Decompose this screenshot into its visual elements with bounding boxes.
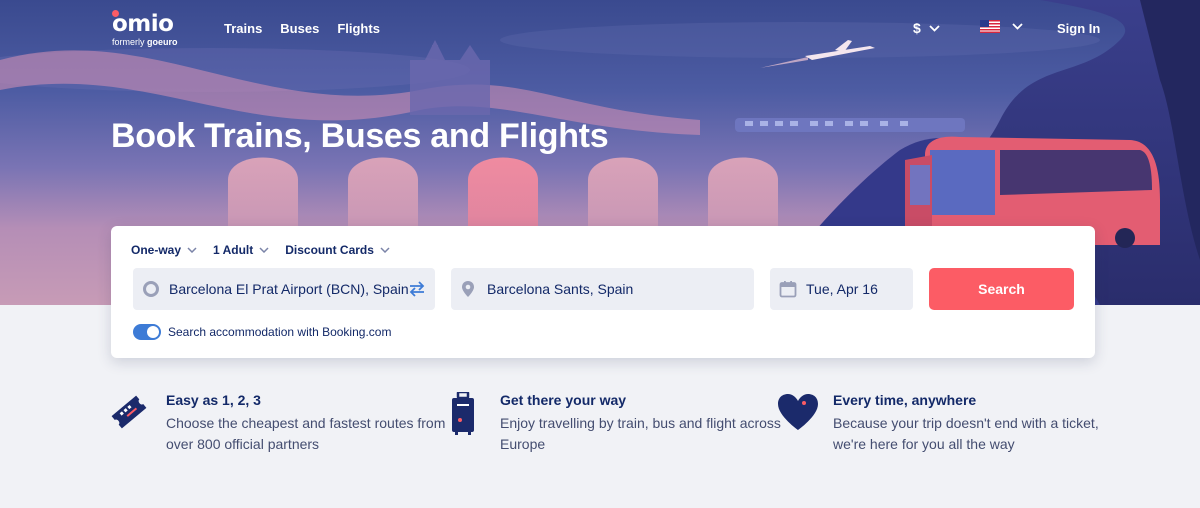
feature-title: Get there your way — [500, 392, 627, 408]
accommodation-option: Search accommodation with Booking.com — [133, 324, 391, 340]
discount-cards-label: Discount Cards — [285, 243, 374, 257]
us-flag-icon — [980, 20, 1000, 33]
currency-selector[interactable]: $ — [913, 20, 940, 36]
chevron-down-icon — [929, 24, 940, 32]
ticket-icon — [111, 395, 147, 429]
language-selector[interactable] — [980, 20, 1023, 33]
search-card: One-way 1 Adult Discount Cards Barcelona… — [111, 226, 1095, 358]
logo-tagline: formerly goeuro — [112, 37, 178, 48]
discount-cards-dropdown[interactable]: Discount Cards — [285, 243, 390, 257]
feature-description: Because your trip doesn't end with a tic… — [833, 415, 1099, 452]
origin-field[interactable]: Barcelona El Prat Airport (BCN), Spain — [133, 268, 435, 310]
destination-field[interactable]: Barcelona Sants, Spain — [451, 268, 754, 310]
trip-type-label: One-way — [131, 243, 182, 257]
date-input[interactable]: Tue, Apr 16 — [806, 281, 878, 297]
destination-input[interactable]: Barcelona Sants, Spain — [487, 281, 633, 297]
hero-headline: Book Trains, Buses and Flights — [111, 117, 609, 155]
feature-description: Enjoy travelling by train, bus and fligh… — [500, 415, 781, 452]
tagline-brand: goeuro — [147, 37, 178, 47]
currency-symbol: $ — [913, 20, 921, 36]
nav-flights[interactable]: Flights — [337, 21, 380, 36]
chevron-down-icon — [187, 247, 197, 253]
luggage-icon — [452, 392, 474, 435]
nav-buses[interactable]: Buses — [280, 21, 319, 36]
chevron-down-icon — [259, 247, 269, 253]
passengers-dropdown[interactable]: 1 Adult — [213, 243, 269, 257]
feature-title: Every time, anywhere — [833, 392, 977, 408]
search-options: One-way 1 Adult Discount Cards — [131, 243, 390, 257]
omio-logo[interactable]: omio formerly goeuro — [112, 10, 178, 48]
logo-dot — [112, 10, 119, 17]
chevron-down-icon — [380, 247, 390, 253]
tagline-prefix: formerly — [112, 37, 145, 47]
passengers-label: 1 Adult — [213, 243, 254, 257]
date-field[interactable]: Tue, Apr 16 — [770, 268, 913, 310]
origin-circle-icon — [143, 281, 159, 297]
chevron-down-icon — [1012, 23, 1023, 30]
calendar-icon — [779, 281, 797, 298]
heart-icon — [778, 394, 818, 430]
sign-in-link[interactable]: Sign In — [1057, 21, 1100, 36]
feature-title: Easy as 1, 2, 3 — [166, 392, 261, 408]
swap-icon[interactable] — [407, 279, 427, 299]
origin-input[interactable]: Barcelona El Prat Airport (BCN), Spain — [169, 281, 411, 297]
feature-description: Choose the cheapest and fastest routes f… — [166, 415, 446, 452]
main-nav: Trains Buses Flights — [224, 21, 380, 36]
logo-wordmark: omio — [112, 11, 174, 37]
trip-type-dropdown[interactable]: One-way — [131, 243, 197, 257]
accommodation-toggle[interactable] — [133, 324, 161, 340]
location-pin-icon — [462, 281, 474, 297]
nav-trains[interactable]: Trains — [224, 21, 262, 36]
accommodation-label: Search accommodation with Booking.com — [168, 325, 392, 339]
search-button[interactable]: Search — [929, 268, 1074, 310]
